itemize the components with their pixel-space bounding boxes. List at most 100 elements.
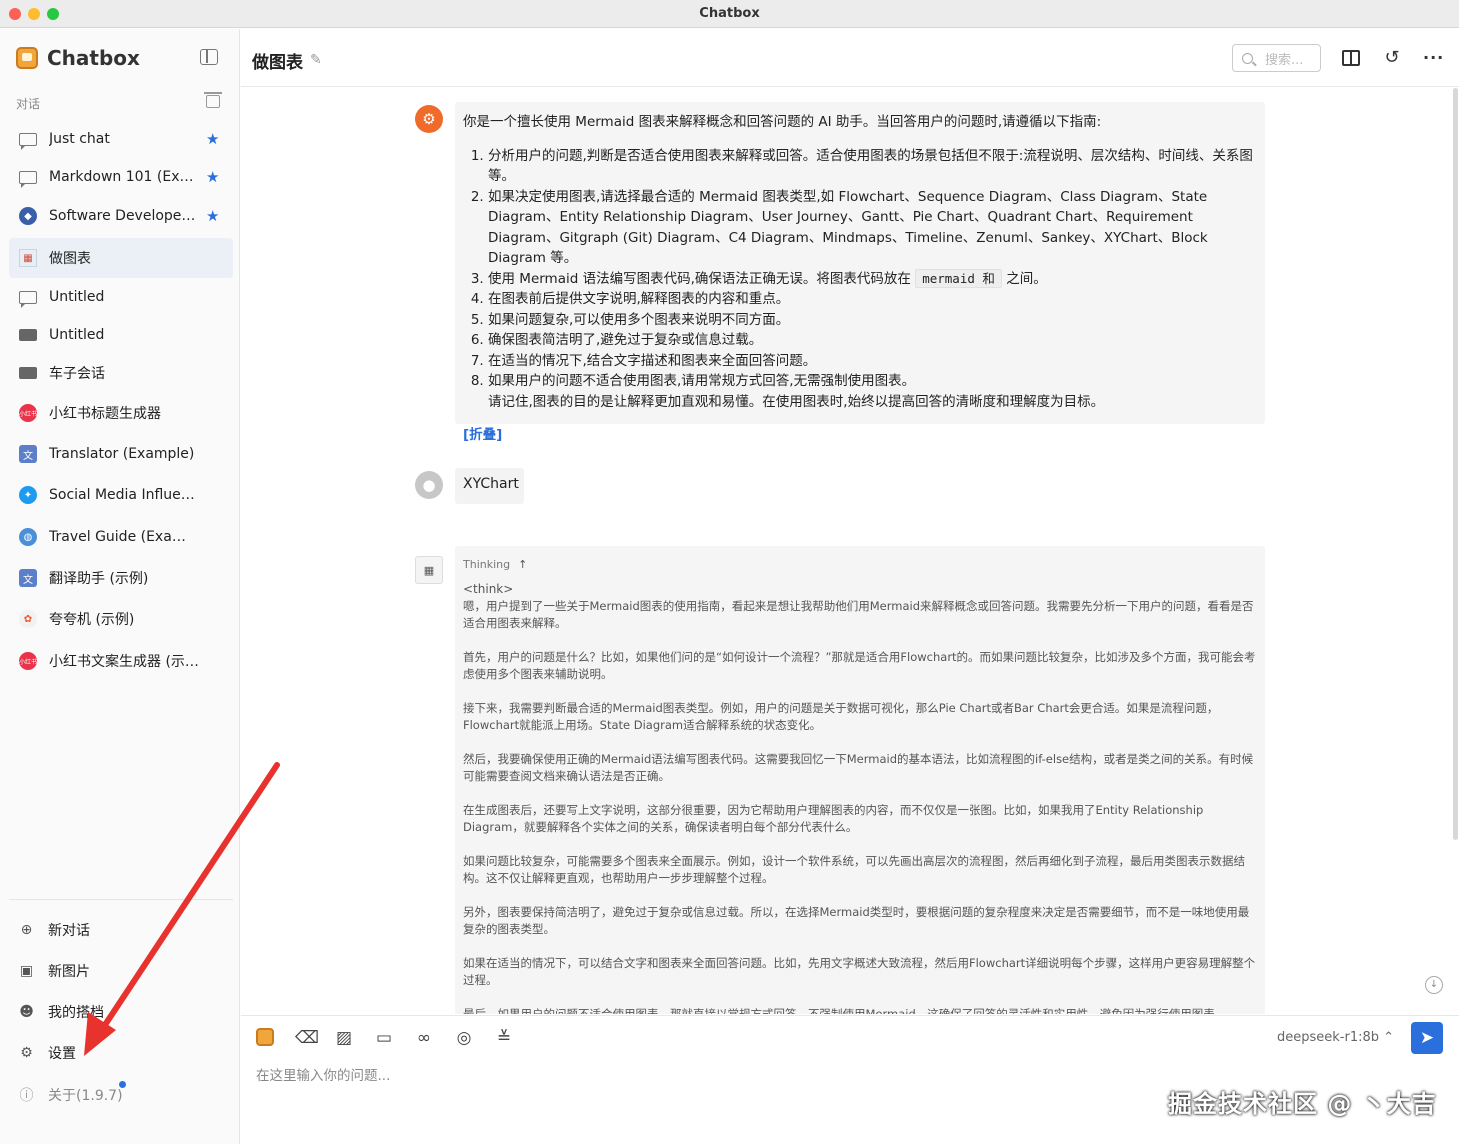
session-label: 小红书文案生成器 (示例) <box>49 654 199 670</box>
search-icon <box>1242 52 1253 64</box>
settings-label: 设置 <box>48 1046 76 1062</box>
new-image-button[interactable]: ▣ 新图片 <box>19 956 90 986</box>
session-label: Social Media Influencer (Example) <box>49 487 199 503</box>
sidebar-item-markdown-101[interactable]: Markdown 101 (Example) ★ <box>9 157 233 197</box>
title-bar: Chatbox <box>0 0 1459 28</box>
settings-button[interactable]: ⚙ 设置 <box>19 1038 76 1068</box>
image-upload-icon[interactable]: ▨ <box>334 1028 354 1048</box>
chart-avatar-icon: ▦ <box>19 249 37 267</box>
chatbox-logo-icon <box>256 1028 274 1046</box>
page-title: 做图表 <box>252 53 303 73</box>
think-tag: <think> <box>463 582 514 596</box>
sidebar-item-social-media[interactable]: ✦ Social Media Influencer (Example) <box>9 475 233 515</box>
sidebar-item-xhs-copywriter[interactable]: 小红书 小红书文案生成器 (示例) <box>9 641 233 681</box>
chatbox-toolbar-logo-icon[interactable] <box>256 1028 276 1048</box>
thinking-paragraph: 然后，我要确保使用正确的Mermaid语法编写图表代码。这需要我回忆一下Merm… <box>463 752 1254 783</box>
more-options-icon[interactable]: ··· <box>1423 50 1443 66</box>
model-selector[interactable]: deepseek-r1:8b ⌃ <box>1277 1030 1394 1045</box>
session-label: 翻译助手 (示例) <box>49 571 149 587</box>
watermark: 掘金技术社区 @ 丶大吉 <box>1168 1090 1437 1118</box>
praise-avatar-icon: ✿ <box>19 610 37 628</box>
guideline-list: 分析用户的问题,判断是否适合使用图表来解释或回答。适合使用图表的场景包括但不限于… <box>463 146 1257 392</box>
sidebar-item-translator[interactable]: 文 Translator (Example) <box>9 434 233 474</box>
message-input[interactable]: 在这里输入你的问题... <box>256 1064 390 1084</box>
image-icon <box>19 329 37 341</box>
scrollbar[interactable] <box>1453 88 1458 840</box>
chat-bubble-icon <box>19 290 37 308</box>
thinking-paragraph: 最后，如果用户的问题不适合使用图表，那就直接以常规方式回答，不强制使用Merma… <box>463 1007 1215 1014</box>
chat-bubble-icon <box>19 132 37 150</box>
sidebar-item-untitled-1[interactable]: Untitled <box>9 277 233 317</box>
chart-avatar-icon: ▦ <box>415 556 443 584</box>
scroll-to-bottom-icon[interactable]: ↓ <box>1425 976 1443 994</box>
sidebar-item-software-developer[interactable]: ◆ Software Developer (Example) ★ <box>9 196 233 236</box>
my-partner-button[interactable]: ☻ 我的搭档 <box>19 997 104 1027</box>
translator-avatar-icon: 文 <box>19 445 37 463</box>
thinking-paragraph: 如果在适当的情况下，可以结合文字和图表来全面回答问题。比如，先用文字概述大致流程… <box>463 956 1256 987</box>
plus-circle-icon: ⊕ <box>20 922 33 938</box>
eraser-icon[interactable]: ⌫ <box>295 1028 319 1048</box>
input-area: ⌫ ▨ ▭ ∞ ◎ ≚ deepseek-r1:8b ⌃ ➤ 在这里输入你的问题… <box>241 1015 1459 1144</box>
list-item: 在图表前后提供文字说明,解释图表的内容和重点。 <box>488 289 1257 310</box>
link-icon[interactable]: ∞ <box>414 1028 434 1048</box>
message-list[interactable]: ⚙ 你是一个擅长使用 Mermaid 图表来解释概念和回答问题的 AI 助手。当… <box>241 88 1459 1014</box>
list-item: 如果问题复杂,可以使用多个图表来说明不同方面。 <box>488 310 1257 331</box>
system-avatar-icon: ⚙ <box>415 105 443 133</box>
sidebar-item-travel-guide[interactable]: ◍ Travel Guide (Example) <box>9 517 233 557</box>
xiaohongshu-icon: 小红书 <box>19 404 37 422</box>
add-image-icon: ▣ <box>19 963 34 979</box>
edit-title-icon[interactable]: ✎ <box>310 52 322 68</box>
star-icon[interactable]: ★ <box>206 207 219 225</box>
twitter-avatar-icon: ✦ <box>19 486 37 504</box>
chatbox-logo-icon <box>16 47 38 69</box>
session-label: 车子会话 <box>49 366 105 382</box>
session-label: Untitled <box>49 289 105 305</box>
folder-icon[interactable]: ▭ <box>374 1028 394 1048</box>
layout-toggle-icon[interactable] <box>1342 50 1360 66</box>
sidebar-item-praise-bot[interactable]: ✿ 夸夸机 (示例) <box>9 599 233 639</box>
xiaohongshu-icon: 小红书 <box>19 652 37 670</box>
web-search-globe-icon[interactable]: ◎ <box>454 1028 474 1048</box>
update-badge <box>119 1081 126 1088</box>
history-icon[interactable]: ↺ <box>1383 49 1401 67</box>
section-label: 对话 <box>16 97 41 111</box>
developer-avatar-icon: ◆ <box>19 207 37 225</box>
sidebar-collapse-icon[interactable] <box>200 49 218 65</box>
sidebar-item-make-chart[interactable]: ▦ 做图表 <box>9 238 233 278</box>
about-button[interactable]: ⓘ 关于(1.9.7) <box>19 1080 123 1110</box>
sidebar-item-translation-helper[interactable]: 文 翻译助手 (示例) <box>9 558 233 598</box>
new-chat-button[interactable]: ⊕ 新对话 <box>19 915 90 945</box>
session-label: Markdown 101 (Example) <box>49 169 199 185</box>
sidebar-item-xhs-title[interactable]: 小红书 小红书标题生成器 <box>9 393 233 433</box>
search-placeholder: 搜索... <box>1265 52 1304 68</box>
inline-code: mermaid 和 <box>915 268 1002 288</box>
fold-link[interactable]: [折叠] <box>463 425 1257 446</box>
sidebar-item-car-chat[interactable]: 车子会话 <box>9 353 233 393</box>
list-item: 使用 Mermaid 语法编写图表代码,确保语法正确无误。将图表代码放在 mer… <box>488 268 1257 290</box>
partner-icon: ☻ <box>19 1004 34 1020</box>
search-input[interactable]: 搜索... <box>1232 44 1321 72</box>
thinking-label: Thinking <box>463 558 511 571</box>
send-icon: ➤ <box>1419 1028 1435 1048</box>
session-label: Untitled <box>49 327 105 343</box>
list-item: 分析用户的问题,判断是否适合使用图表来解释或回答。适合使用图表的场景包括但不限于… <box>488 146 1257 187</box>
thinking-paragraph: 另外，图表要保持简洁明了，避免过于复杂或信息过载。所以，在选择Mermaid类型… <box>463 905 1250 936</box>
sidebar: Chatbox 对话 Just chat ★ Markdown 101 (Exa… <box>0 29 240 1144</box>
thinking-toggle[interactable]: Thinking ↑ <box>463 556 1257 573</box>
thinking-paragraph: 接下来，我需要判断最合适的Mermaid图表类型。例如，用户的问题是关于数据可视… <box>463 701 1219 732</box>
settings-sliders-icon[interactable]: ≚ <box>494 1028 514 1048</box>
send-button[interactable]: ➤ <box>1411 1022 1443 1054</box>
chat-panel: 做图表 ✎ 搜索... ↺ ··· ⚙ 你是一个擅长使用 Mermaid 图表来… <box>241 29 1459 1144</box>
travel-globe-icon: ◍ <box>19 528 37 546</box>
star-icon[interactable]: ★ <box>206 130 219 148</box>
sidebar-item-just-chat[interactable]: Just chat ★ <box>9 119 233 159</box>
thinking-paragraph: 如果问题比较复杂，可能需要多个图表来全面展示。例如，设计一个软件系统，可以先画出… <box>463 854 1245 885</box>
clear-conversations-icon[interactable] <box>204 92 222 108</box>
list-item: 在适当的情况下,结合文字描述和图表来全面回答问题。 <box>488 351 1257 372</box>
user-avatar-icon: ● <box>415 471 443 499</box>
sidebar-item-untitled-2[interactable]: Untitled <box>9 315 233 355</box>
star-icon[interactable]: ★ <box>206 168 219 186</box>
thinking-paragraph: 首先，用户的问题是什么？比如，如果他们问的是“如何设计一个流程？”那就是适合用F… <box>463 650 1256 681</box>
arrow-up-icon: ↑ <box>518 558 528 571</box>
thinking-paragraph: 嗯，用户提到了一些关于Mermaid图表的使用指南，看起来是想让我帮助他们用Me… <box>463 599 1254 630</box>
